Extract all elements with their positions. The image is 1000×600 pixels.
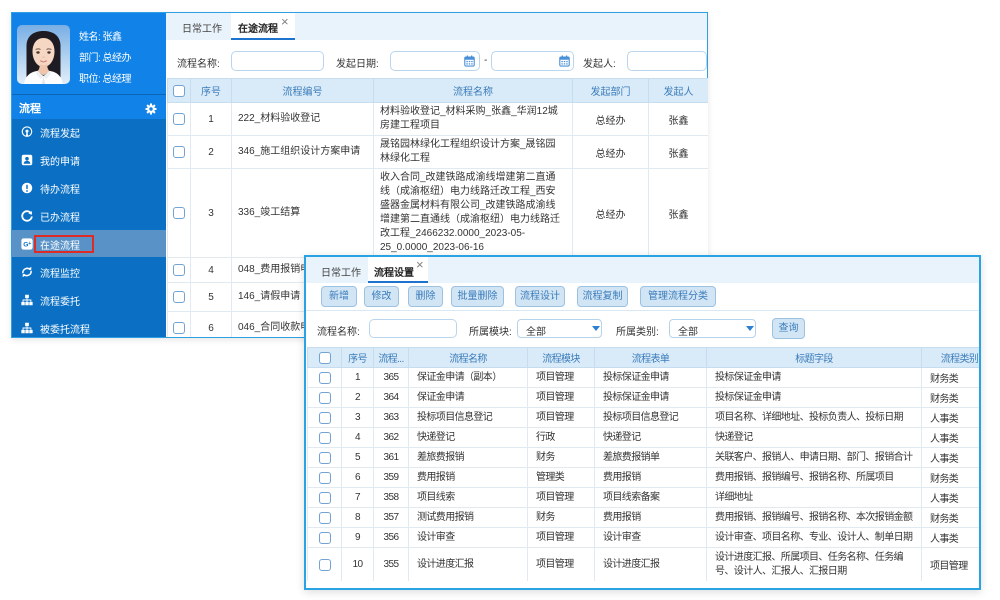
svg-text:+: + xyxy=(28,241,31,247)
